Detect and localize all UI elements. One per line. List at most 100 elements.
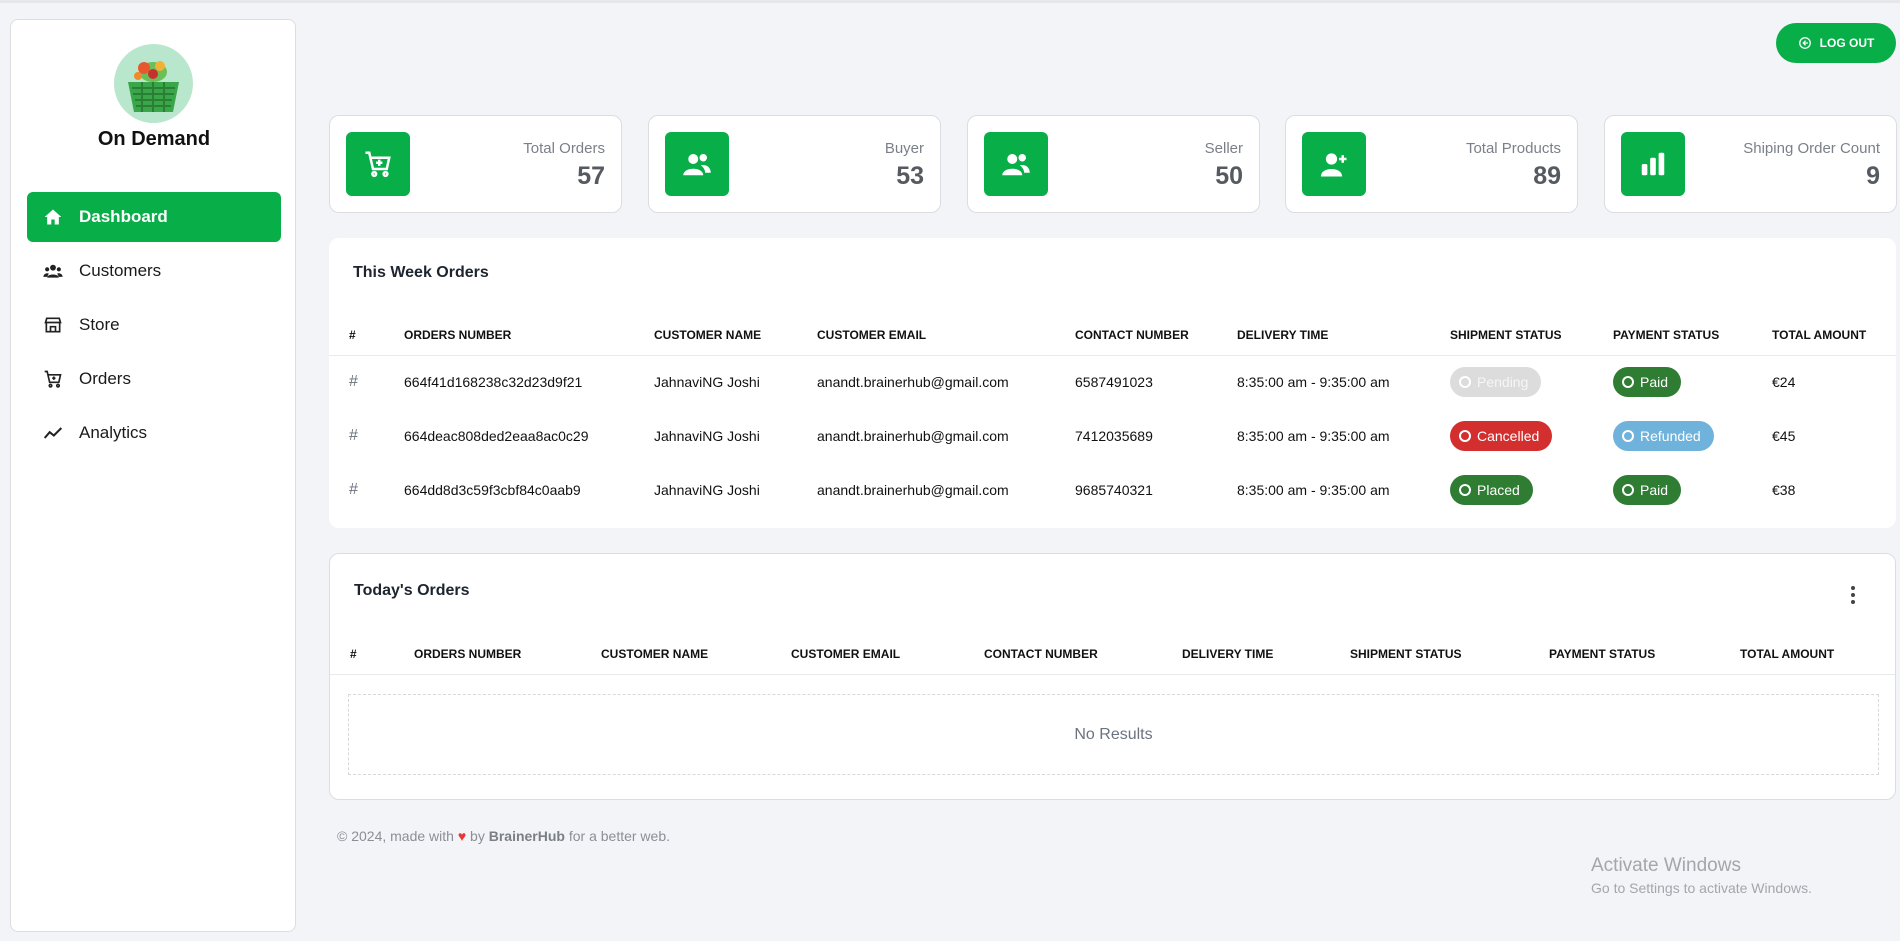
heart-icon: ♥ [457,828,467,844]
sidebar-item-store[interactable]: Store [27,300,281,350]
customer-email: anandt.brainerhub@gmail.com [817,482,1009,498]
payment-status-badge: Refunded [1613,421,1714,451]
contact-number: 9685740321 [1075,482,1153,498]
column-header: SHIPMENT STATUS [1450,315,1613,356]
table-header-row: # ORDERS NUMBER CUSTOMER NAME CUSTOMER E… [329,315,1896,356]
row-hash: # [349,373,358,391]
column-header: ORDERS NUMBER [414,634,601,675]
total-amount: €24 [1772,374,1796,391]
store-icon [44,317,62,333]
stat-icon-box [1621,132,1685,196]
column-header: TOTAL AMOUNT [1772,315,1896,356]
top-border [0,0,1900,3]
users-icon [1002,154,1030,176]
footer-prefix: © 2024, made with [337,828,454,844]
column-header: CUSTOMER NAME [654,315,817,356]
stat-value: 57 [577,162,605,190]
table-row[interactable]: # 664f41d168238c32d23d9f21 JahnaviNG Jos… [329,355,1896,409]
badge-label: Paid [1640,374,1669,391]
column-header: SHIPMENT STATUS [1350,634,1549,675]
todays-orders-table: # ORDERS NUMBER CUSTOMER NAME CUSTOMER E… [330,634,1895,675]
stat-icon-box [665,132,729,196]
delivery-time: 8:35:00 am - 9:35:00 am [1237,374,1390,391]
brand-name: On Demand [97,128,211,150]
contact-number: 6587491023 [1075,374,1153,391]
status-dot-icon [1622,430,1634,442]
stat-card-shipping-count: Shiping Order Count 9 [1604,115,1897,213]
column-header: CONTACT NUMBER [1075,315,1237,356]
stat-label: Shiping Order Count [1743,140,1880,157]
status-dot-icon [1459,430,1471,442]
column-header: ORDERS NUMBER [404,315,654,356]
footer-company-link[interactable]: BrainerHub [489,828,565,844]
sidebar-item-orders[interactable]: Orders [27,354,281,404]
shipment-status-cell: Cancelled [1450,409,1613,463]
sidebar-item-label: Customers [79,261,162,280]
table-row[interactable]: # 664dd8d3c59f3cbf84c0aab9 JahnaviNG Jos… [329,463,1896,517]
stat-label: Total Products [1465,140,1561,157]
stat-label: Buyer [884,140,924,157]
more-options-icon[interactable] [1851,586,1857,607]
home-icon [44,209,62,225]
delivery-time: 8:35:00 am - 9:35:00 am [1237,428,1390,444]
total-amount: €45 [1772,428,1796,444]
delivery-time: 8:35:00 am - 9:35:00 am [1237,482,1390,498]
footer-by: by [470,828,485,844]
column-header: # [330,634,414,675]
sidebar: On Demand Dashboard Customers Store Orde… [10,19,296,932]
stat-label: Total Orders [523,140,605,157]
status-dot-icon [1459,484,1471,496]
logout-button[interactable]: LOG OUT [1776,23,1896,63]
column-header: PAYMENT STATUS [1549,634,1740,675]
column-header: CUSTOMER EMAIL [817,315,1075,356]
todays-orders-card: Today's Orders # ORDERS NUMBER CUSTOMER … [329,553,1896,800]
stat-value: 89 [1533,162,1561,190]
sidebar-item-analytics[interactable]: Analytics [27,408,281,458]
payment-status-cell: Paid [1613,463,1772,517]
total-amount: €38 [1772,482,1796,498]
row-hash: # [349,427,358,444]
stat-icon-box [1302,132,1366,196]
footer: © 2024, made with ♥ by BrainerHub for a … [337,828,670,844]
shipment-status-cell: Placed [1450,463,1613,517]
contact-number: 7412035689 [1075,428,1153,444]
users-icon [683,154,711,176]
order-number: 664deac808ded2eaa8ac0c29 [404,428,589,444]
shipment-status-badge: Cancelled [1450,421,1553,451]
sidebar-item-customers[interactable]: Customers [27,246,281,296]
customer-name: JahnaviNG Joshi [654,374,760,391]
order-number: 664f41d168238c32d23d9f21 [404,374,583,391]
badge-label: Refunded [1640,428,1701,444]
trend-icon [43,427,63,439]
stat-value: 53 [896,162,924,190]
card-title: This Week Orders [353,264,489,281]
stat-icon-box [984,132,1048,196]
stat-card-seller: Seller 50 [967,115,1260,213]
badge-label: Pending [1477,374,1529,391]
sidebar-item-label: Dashboard [79,207,168,226]
customer-name: JahnaviNG Joshi [654,482,760,498]
column-header: CONTACT NUMBER [984,634,1182,675]
activate-windows-subtitle: Go to Settings to activate Windows. [1591,880,1812,896]
card-title: Today's Orders [354,582,470,599]
logout-icon [1798,37,1811,49]
customer-name: JahnaviNG Joshi [654,428,760,444]
badge-label: Paid [1640,482,1669,498]
status-dot-icon [1459,376,1471,389]
row-hash: # [349,481,358,498]
this-week-orders-card: This Week Orders # ORDERS NUMBER CUSTOME… [329,238,1896,528]
sidebar-item-label: Analytics [79,423,148,442]
sidebar-item-label: Store [79,315,120,334]
stat-value: 50 [1215,162,1243,190]
status-dot-icon [1622,484,1634,496]
payment-status-cell: Paid [1613,355,1772,409]
stat-value: 9 [1866,162,1880,190]
stat-label: Seller [1204,140,1243,157]
badge-label: Placed [1477,482,1520,498]
shipment-status-badge: Pending [1450,367,1542,398]
customer-email: anandt.brainerhub@gmail.com [817,428,1009,444]
stat-card-total-products: Total Products 89 [1285,115,1578,213]
footer-suffix: for a better web. [568,828,671,844]
table-row[interactable]: # 664deac808ded2eaa8ac0c29 JahnaviNG Jos… [329,409,1896,463]
sidebar-item-dashboard[interactable]: Dashboard [27,192,281,242]
